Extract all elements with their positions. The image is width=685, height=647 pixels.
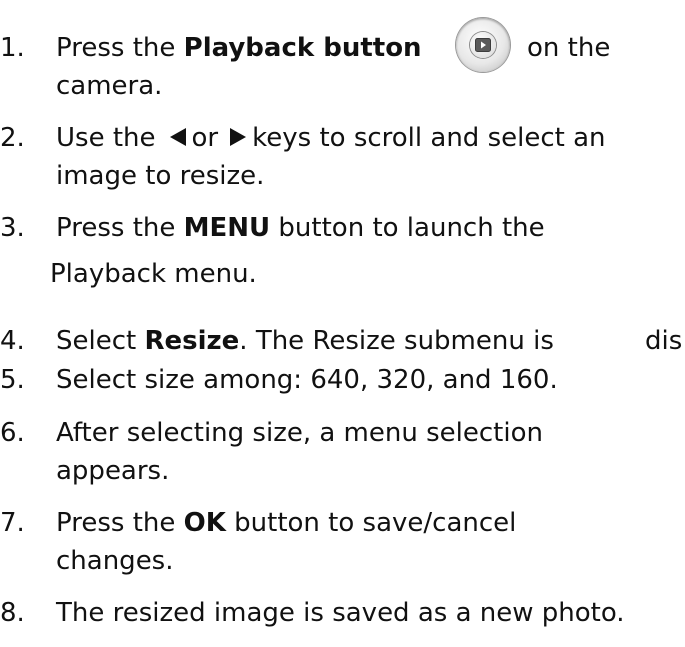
step-4-tail: dis xyxy=(645,325,682,357)
step-bold-term: OK xyxy=(183,508,226,538)
step-text: Press the Playback button xyxy=(56,32,422,64)
play-icon xyxy=(475,38,491,52)
step-text: Press the MENU button to launch the xyxy=(56,212,545,244)
step-continuation: appears. xyxy=(56,456,170,486)
step-number: 3. xyxy=(0,213,25,243)
step-text-part: . The Resize submenu is xyxy=(239,326,554,356)
step-text-part: Press the xyxy=(56,508,184,538)
step-text: Select size among: 640, 320, and 160. xyxy=(56,365,558,395)
step-number: 2. xyxy=(0,123,25,153)
step-number: 1. xyxy=(0,33,25,63)
step-text: Select Resize. The Resize submenu is xyxy=(56,325,554,357)
step-bold-term: Playback button xyxy=(183,33,422,63)
step-1-tail: on the xyxy=(527,32,610,64)
step-text-part: dis xyxy=(645,326,683,356)
step-bold-term: Resize xyxy=(144,326,240,356)
step-continuation: camera. xyxy=(56,71,163,101)
right-arrow-icon xyxy=(230,127,247,146)
step-text-part: button to save/cancel xyxy=(225,508,517,538)
step-text-part: on the xyxy=(527,33,611,63)
step-text: After selecting size, a menu selection xyxy=(56,418,543,448)
step-text-part: keys to scroll and select an xyxy=(252,123,606,153)
step-continuation: changes. xyxy=(56,546,174,576)
step-number: 8. xyxy=(0,598,25,628)
step-text: The resized image is saved as a new phot… xyxy=(56,598,625,628)
step-text: Use the or keys to scroll and select an xyxy=(56,122,606,154)
step-number: 5. xyxy=(0,365,25,395)
step-text-part: or xyxy=(191,123,219,153)
step-text: Press the OK button to save/cancel xyxy=(56,507,516,539)
playback-icon-inner xyxy=(470,32,496,58)
step-text-part: Press the xyxy=(56,213,184,243)
step-continuation: image to resize. xyxy=(56,161,265,191)
step-bold-term: MENU xyxy=(183,213,271,243)
step-number: 4. xyxy=(0,326,25,356)
step-text-part: Use the xyxy=(56,123,156,153)
step-number: 7. xyxy=(0,508,25,538)
playback-button-icon xyxy=(456,18,510,72)
step-text-part: Press the xyxy=(56,33,184,63)
step-number: 6. xyxy=(0,418,25,448)
left-arrow-icon xyxy=(169,127,186,146)
step-text-part: button to launch the xyxy=(270,213,545,243)
step-continuation: Playback menu. xyxy=(50,259,257,289)
step-text-part: Select xyxy=(56,326,145,356)
